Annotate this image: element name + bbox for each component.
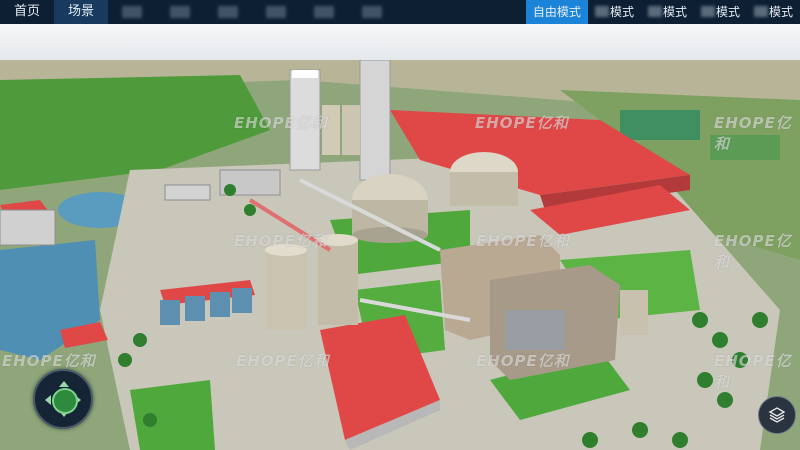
compass-center[interactable] — [52, 388, 78, 414]
watermark: EHOPE亿和 — [476, 232, 570, 250]
compass-navigation-icon[interactable] — [33, 369, 93, 429]
blurred-label — [170, 6, 191, 18]
blurred-label — [266, 6, 287, 18]
dome-base-bottom — [352, 227, 428, 243]
cement-silo — [318, 240, 358, 325]
cement-silo — [265, 250, 307, 330]
watermark: EHOPE亿和 — [475, 114, 569, 132]
blurred-label — [314, 6, 335, 18]
preheater-tower — [359, 60, 391, 181]
tab-blurred-3[interactable] — [204, 0, 252, 24]
tab-blurred-4[interactable] — [252, 0, 300, 24]
blurred-label — [122, 6, 143, 18]
layers-button[interactable] — [758, 396, 796, 434]
blue-tank — [160, 300, 180, 325]
mode-3[interactable]: 模式 — [641, 0, 694, 24]
mode-4-label: 模式 — [715, 5, 740, 19]
watermark: EHOPE亿和 — [2, 352, 96, 370]
mode-switcher: 自由模式 模式 模式 模式 模式 — [525, 0, 800, 24]
blue-tank — [210, 292, 230, 317]
blue-tank — [185, 296, 205, 321]
plant-3d-scene[interactable] — [0, 60, 800, 450]
raw-silo — [342, 105, 360, 155]
blurred-label — [753, 6, 768, 17]
tab-blurred-2[interactable] — [156, 0, 204, 24]
mode-3-label: 模式 — [662, 5, 687, 19]
blurred-label — [594, 6, 609, 17]
watermark: EHOPE亿和 — [234, 114, 328, 132]
windows — [505, 310, 565, 350]
sky-background — [0, 24, 800, 64]
watermark: EHOPE亿和 — [476, 352, 570, 370]
watermark: EHOPE亿和 — [234, 232, 328, 250]
mode-free[interactable]: 自由模式 — [525, 0, 588, 24]
pan-up-icon[interactable] — [59, 376, 69, 387]
tab-blurred-1[interactable] — [108, 0, 156, 24]
tab-blurred-6[interactable] — [348, 0, 396, 24]
blurred-label — [647, 6, 662, 17]
mode-4[interactable]: 模式 — [694, 0, 747, 24]
dome-base — [450, 172, 518, 206]
top-nav-bar: 首页 场景 自由模式 模式 模式 模式 模式 — [0, 0, 800, 24]
small-silo — [620, 290, 648, 335]
blue-tank — [232, 288, 252, 313]
tab-home[interactable]: 首页 — [0, 0, 54, 24]
office-building — [164, 184, 211, 201]
watermark: EHOPE亿和 — [714, 114, 792, 153]
watermark: EHOPE亿和 — [236, 352, 330, 370]
blurred-label — [700, 6, 715, 17]
mode-2[interactable]: 模式 — [588, 0, 641, 24]
field-patch — [620, 110, 700, 140]
blurred-label — [218, 6, 239, 18]
blurred-label — [362, 6, 383, 18]
mode-2-label: 模式 — [609, 5, 634, 19]
tower-sign — [292, 70, 318, 78]
mode-5[interactable]: 模式 — [747, 0, 800, 24]
mode-5-label: 模式 — [768, 5, 793, 19]
watermark: EHOPE亿和 — [714, 232, 792, 271]
office-building — [0, 209, 56, 246]
watermark: EHOPE亿和 — [714, 352, 792, 391]
nav-tabs: 首页 场景 — [0, 0, 396, 24]
tab-blurred-5[interactable] — [300, 0, 348, 24]
pan-left-icon[interactable] — [40, 395, 51, 405]
lawn — [130, 380, 215, 450]
tab-scene[interactable]: 场景 — [54, 0, 109, 24]
layers-icon — [768, 407, 786, 423]
